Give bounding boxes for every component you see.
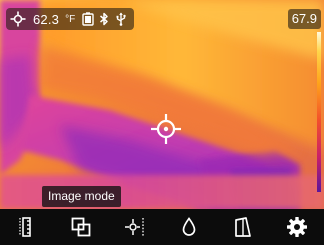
image-mode-button[interactable]	[54, 209, 108, 245]
spot-measure-icon	[125, 218, 144, 236]
status-bar: 62.3 °F 67.9	[0, 0, 324, 30]
spot-measurement-icon	[10, 11, 26, 27]
max-temperature-value: 67.9	[287, 9, 321, 29]
palette-scale-icon	[19, 217, 31, 237]
temperature-unit: °F	[65, 13, 76, 25]
center-crosshair-icon	[151, 114, 181, 144]
settings-gear-icon	[287, 217, 307, 237]
palette-drop-icon	[182, 217, 196, 236]
bluetooth-icon	[100, 12, 108, 26]
emissivity-button[interactable]	[216, 209, 270, 245]
image-mode-tooltip: Image mode	[42, 186, 121, 207]
thermal-image[interactable]	[0, 0, 324, 209]
thermal-camera-screen: 62.3 °F 67.9 Image mode	[0, 0, 324, 245]
bottom-toolbar	[0, 209, 324, 245]
emissivity-icon	[235, 217, 251, 237]
spot-temperature-value: 62.3	[33, 11, 60, 27]
spot-measure-button[interactable]	[108, 209, 162, 245]
thermal-heatmap	[0, 0, 324, 209]
palette-scale-button[interactable]	[0, 209, 54, 245]
usb-icon	[116, 12, 126, 26]
palette-button[interactable]	[162, 209, 216, 245]
palette-scale-bar	[317, 32, 321, 192]
battery-icon	[82, 12, 94, 26]
image-mode-icon	[71, 217, 91, 237]
spot-temperature-readout[interactable]: 62.3 °F	[6, 8, 135, 30]
settings-button[interactable]	[270, 209, 324, 245]
